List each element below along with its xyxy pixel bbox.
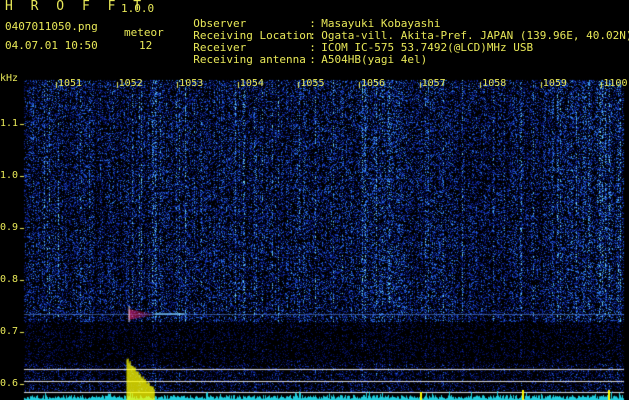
y-axis-unit-label: kHz: [0, 73, 19, 84]
meteor-count-value: 12: [139, 39, 153, 52]
x-tick-label: 1056: [361, 78, 386, 89]
y-tick-label: 0.9: [0, 222, 19, 234]
x-tick-label: 1059: [542, 78, 567, 89]
meteor-count-label: meteor: [124, 26, 164, 39]
y-tick-label: 0.7: [0, 326, 19, 338]
app-version: 1.0.0: [121, 2, 155, 15]
info-value: A504HB(yagi 4el): [321, 53, 428, 66]
x-tick-label: 1053: [179, 78, 204, 89]
date-time: 04.07.01 10:50: [5, 39, 98, 52]
x-tick-label: 1100: [603, 78, 628, 89]
x-tick-label: 1058: [482, 78, 507, 89]
info-label: Receiving antenna: [193, 53, 306, 66]
x-tick-label: 1055: [300, 78, 325, 89]
y-tick-label: 0.6: [0, 378, 19, 390]
x-tick-label: 1054: [239, 78, 264, 89]
x-tick-label: 1057: [421, 78, 446, 89]
y-tick-label: 1.1: [0, 118, 19, 130]
y-tick-label: 0.8: [0, 274, 19, 286]
x-tick-label: 1052: [118, 78, 143, 89]
y-tick-label: 1.0: [0, 170, 19, 182]
file-name: 0407011050.png: [5, 20, 98, 33]
info-row-antenna: Receiving antenna: A504HB(yagi 4el): [180, 40, 427, 66]
x-tick-label: 1051: [58, 78, 83, 89]
info-colon: :: [309, 53, 316, 66]
